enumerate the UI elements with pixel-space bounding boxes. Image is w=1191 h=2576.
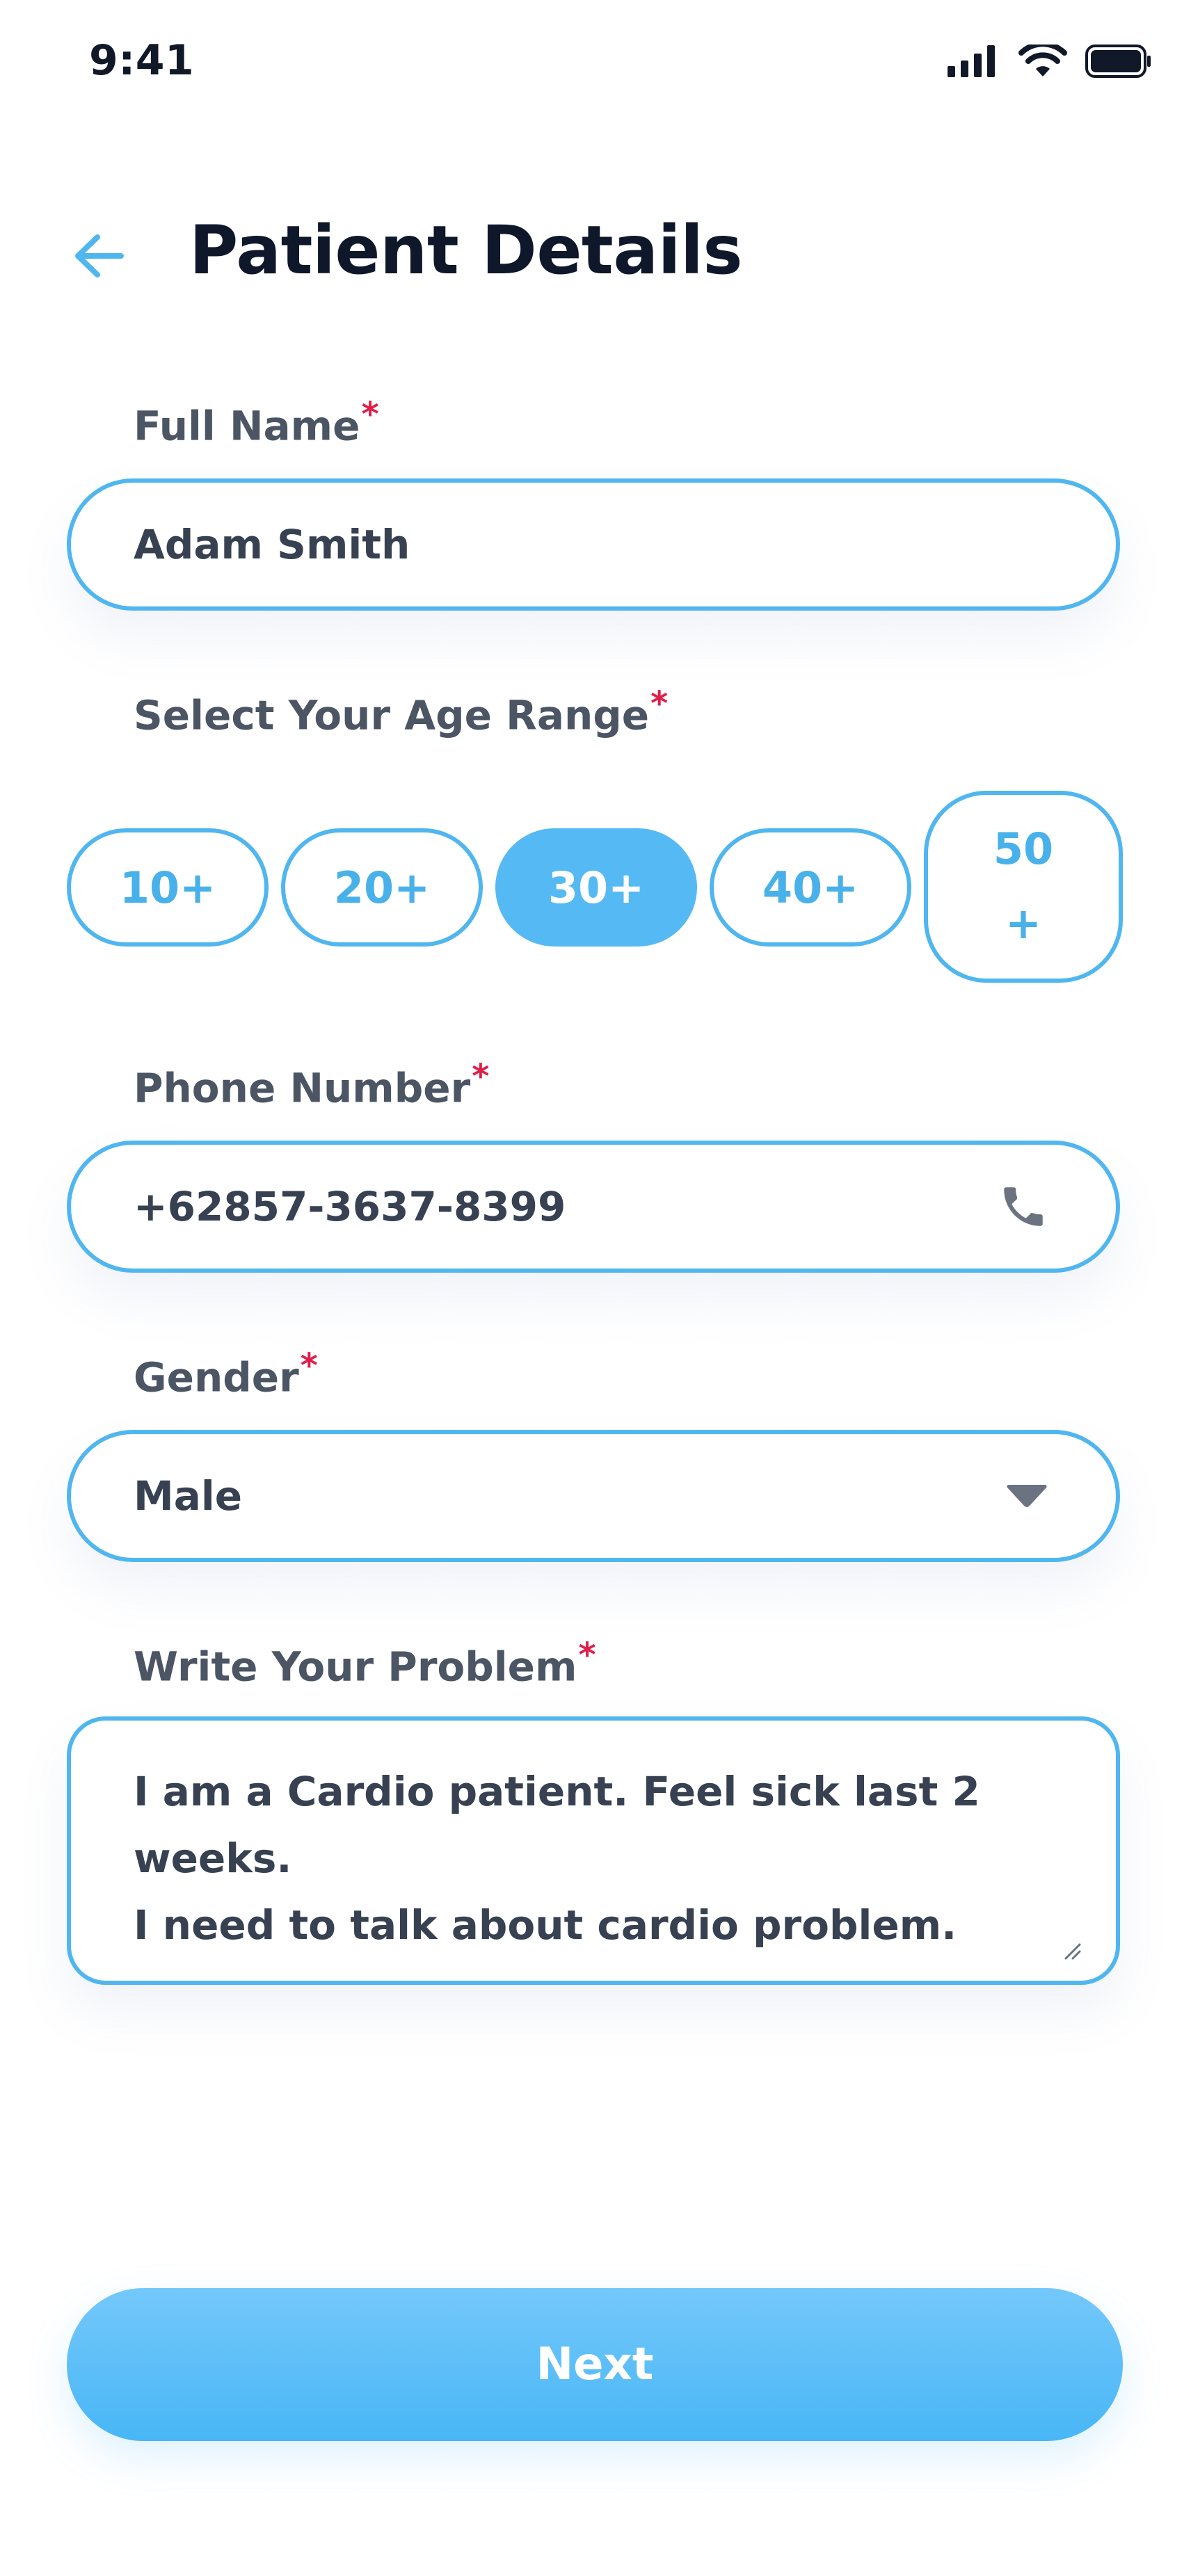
required-star: * (300, 1346, 318, 1385)
phone-number-label-text: Phone Number (134, 1064, 471, 1112)
age-option-10[interactable]: 10+ (67, 828, 269, 947)
age-option-20[interactable]: 20+ (281, 828, 483, 947)
wifi-icon (1018, 45, 1067, 77)
status-time: 9:41 (89, 36, 195, 85)
phone-number-field[interactable] (67, 1141, 1120, 1273)
problem-label-text: Write Your Problem (134, 1643, 577, 1691)
full-name-label-text: Full Name (134, 402, 360, 450)
page-title: Patient Details (189, 211, 743, 289)
phone-number-input[interactable] (134, 1145, 1032, 1269)
age-range-options: 10+ 20+ 30+ 40+ 50 + (67, 789, 1124, 984)
resize-handle-icon[interactable] (1060, 1939, 1081, 1960)
next-button[interactable]: Next (67, 2288, 1123, 2441)
problem-textarea[interactable]: I am a Cardio patient. Feel sick last 2 … (67, 1716, 1120, 1985)
gender-select[interactable] (67, 1430, 1120, 1562)
age-option-50[interactable]: 50 + (924, 791, 1123, 983)
status-icons (948, 45, 1152, 78)
full-name-label: Full Name* (134, 395, 379, 449)
full-name-field[interactable] (67, 478, 1120, 611)
required-star: * (472, 1057, 490, 1096)
problem-text[interactable]: I am a Cardio patient. Feel sick last 2 … (134, 1758, 1053, 1958)
problem-label: Write Your Problem* (134, 1636, 596, 1690)
age-range-label: Select Your Age Range* (134, 684, 668, 739)
caret-down-icon[interactable] (1005, 1482, 1049, 1510)
cellular-signal-icon (948, 45, 995, 77)
gender-label-text: Gender (134, 1353, 299, 1401)
required-star: * (361, 395, 379, 434)
full-name-input[interactable] (134, 483, 1032, 606)
age-option-30[interactable]: 30+ (495, 828, 697, 947)
patient-details-screen: 9:41 Patient Details Full Name* Adam Smi… (0, 0, 1191, 2576)
age-option-40[interactable]: 40+ (710, 828, 911, 947)
phone-icon[interactable] (998, 1181, 1049, 1232)
required-star: * (578, 1636, 596, 1675)
back-button[interactable] (61, 221, 138, 291)
battery-icon (1085, 45, 1151, 78)
phone-number-label: Phone Number* (134, 1057, 489, 1111)
arrow-left-icon (75, 234, 124, 277)
status-bar: 9:41 (0, 0, 1191, 118)
gender-value[interactable] (134, 1434, 1032, 1558)
required-star: * (650, 684, 669, 723)
age-range-label-text: Select Your Age Range (134, 691, 650, 739)
gender-label: Gender* (134, 1346, 318, 1401)
